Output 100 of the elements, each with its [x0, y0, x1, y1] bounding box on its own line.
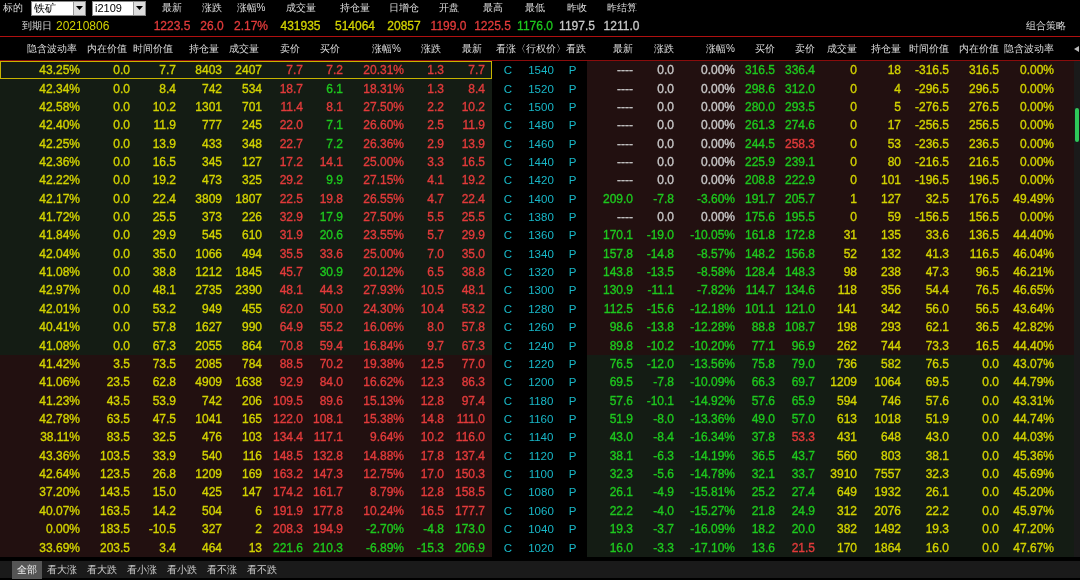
- table-cell-text: 36.5: [974, 320, 999, 335]
- table-cell-text: 864: [240, 338, 262, 353]
- table-cell-text: 12.3: [419, 375, 444, 390]
- table-cell-text: 41.3: [924, 246, 949, 261]
- table-cell-text: 198: [835, 320, 857, 335]
- call-row[interactable]: 41.23% 43.5 53.9 742 206 109.5 89.6 15.13% 12.8 97.4: [0, 391, 492, 410]
- column-header[interactable]: 涨跌: [401, 42, 441, 56]
- table-cell-text: 0.0: [112, 154, 130, 169]
- table-cell-text: 41.08%: [38, 338, 80, 353]
- column-header[interactable]: 涨幅%: [340, 42, 401, 56]
- left-arrow-icon[interactable]: [1074, 46, 1079, 52]
- column-header[interactable]: 时间价值: [127, 42, 173, 56]
- filter-tab[interactable]: 全部: [12, 560, 42, 579]
- table-cell-text: 79.0: [790, 356, 815, 371]
- table-cell-text: 262: [835, 338, 857, 353]
- call-row[interactable]: 42.25% 0.0 13.9 433 348 22.7 7.2 26.36% 2.9 13.9: [0, 134, 492, 153]
- dropdown[interactable]: 铁矿: [31, 0, 86, 16]
- column-header[interactable]: 最新: [587, 42, 633, 56]
- table-cell-text: 42.82%: [1012, 320, 1054, 335]
- column-header[interactable]: 内在价值: [949, 42, 999, 56]
- table-cell-text: 7.1: [325, 118, 343, 133]
- column-header[interactable]: 持仓量: [857, 42, 901, 56]
- put-row[interactable]: ---- 0.0 0.00% 316.5 336.4 0 18 -316.5 316.5 0.00%: [587, 61, 1074, 80]
- call-row[interactable]: 43.25% 0.0 7.7 8403 2407 7.7 7.2 20.31% 1.3 7.7: [0, 61, 492, 80]
- column-header[interactable]: 涨跌: [633, 42, 674, 56]
- call-row[interactable]: 33.69% 203.5 3.4 464 13 221.6 210.3 -6.89% -15.3 206.9: [0, 538, 492, 557]
- strike-price: 1320: [527, 266, 555, 279]
- put-row[interactable]: 26.1 -4.9 -15.81% 25.2 27.4 649 1932 26.1 0.0 45.20%: [587, 483, 1074, 502]
- column-header[interactable]: 时间价值: [901, 42, 949, 56]
- column-header[interactable]: 卖价: [775, 42, 815, 56]
- call-row[interactable]: 42.40% 0.0 11.9 777 245 22.0 7.1 26.60% 2.5 11.9: [0, 116, 492, 135]
- scrollbar[interactable]: [1074, 61, 1080, 557]
- strike-price: 1120: [527, 449, 555, 462]
- table-cell-text: 7.0: [426, 246, 444, 261]
- column-header[interactable]: 隐含波动率: [999, 42, 1054, 56]
- filter-tab[interactable]: 看大跌: [82, 560, 122, 579]
- put-row[interactable]: 16.0 -3.3 -17.10% 13.6 21.5 170 1864 16.0 0.0 47.67%: [587, 538, 1074, 557]
- call-row[interactable]: 41.08% 0.0 67.3 2055 864 70.8 59.4 16.84% 9.7 67.3: [0, 336, 492, 355]
- table-cell-text: 0: [849, 99, 857, 114]
- call-row[interactable]: 38.11% 83.5 32.5 476 103 134.4 117.1 9.64% 10.2 116.0: [0, 428, 492, 447]
- put-row[interactable]: ---- 0.0 0.00% 298.6 312.0 0 4 -296.5 296.5 0.00%: [587, 79, 1074, 98]
- table-cell-text: 42.40%: [38, 118, 80, 133]
- call-row[interactable]: 40.41% 0.0 57.8 1627 990 64.9 55.2 16.06% 8.0 57.8: [0, 318, 492, 337]
- put-row[interactable]: 57.6 -10.1 -14.92% 57.6 65.9 594 746 57.6 0.0 43.31%: [587, 391, 1074, 410]
- table-cell-text: 17.8: [419, 448, 444, 463]
- call-row[interactable]: 42.22% 0.0 19.2 473 325 29.2 9.9 27.15% 4.1 19.2: [0, 171, 492, 190]
- call-row[interactable]: 42.97% 0.0 48.1 2735 2390 48.1 44.3 27.93% 10.5 48.1: [0, 281, 492, 300]
- table-cell-text: 325: [240, 173, 262, 188]
- put-row[interactable]: 130.9 -11.1 -7.82% 114.7 134.6 118 356 54.4 76.5 46.65%: [587, 281, 1074, 300]
- put-row[interactable]: ---- 0.0 0.00% 261.3 274.6 0 17 -256.5 256.5 0.00%: [587, 116, 1074, 135]
- column-header[interactable]: 看跌: [566, 42, 586, 56]
- column-header[interactable]: 最新: [441, 42, 482, 56]
- column-header[interactable]: 〈行权价〉: [516, 42, 566, 56]
- column-header[interactable]: 隐含波动率: [0, 42, 77, 56]
- table-cell-text: 803: [879, 448, 901, 463]
- put-row[interactable]: 98.6 -13.8 -12.28% 88.8 108.7 198 293 62.1 36.5 42.82%: [587, 318, 1074, 337]
- table-cell-text: 103: [240, 430, 262, 445]
- column-header[interactable]: 成交量: [219, 42, 259, 56]
- filter-tab[interactable]: 看大涨: [42, 560, 82, 579]
- put-marker: P: [567, 266, 578, 279]
- column-header[interactable]: 买价: [735, 42, 775, 56]
- table-cell-text: 128.4: [743, 265, 775, 280]
- column-header[interactable]: 持仓量: [173, 42, 219, 56]
- table-cell-text: -196.5: [913, 173, 949, 188]
- table-cell-text: 42.04%: [38, 246, 80, 261]
- filter-tab[interactable]: 看不跌: [242, 560, 282, 579]
- dropdown[interactable]: i2109: [92, 0, 146, 16]
- strategy-button[interactable]: 组合策略: [1026, 19, 1066, 33]
- put-row[interactable]: ---- 0.0 0.00% 208.8 222.9 0 101 -196.5 196.5 0.00%: [587, 171, 1074, 190]
- column-header[interactable]: 看涨: [496, 42, 516, 56]
- filter-tab[interactable]: 看小跌: [162, 560, 202, 579]
- table-cell-text: 1932: [873, 485, 901, 500]
- call-row[interactable]: 41.84% 0.0 29.9 545 610 31.9 20.6 23.55% 5.7 29.9: [0, 226, 492, 245]
- put-marker: P: [567, 504, 578, 517]
- filter-tab[interactable]: 看不涨: [202, 560, 242, 579]
- column-header[interactable]: 卖价: [259, 42, 300, 56]
- scrollbar-thumb[interactable]: [1075, 108, 1079, 142]
- put-row[interactable]: 43.0 -8.4 -16.34% 37.8 53.3 431 648 43.0 0.0 44.03%: [587, 428, 1074, 447]
- table-cell-text: 225.9: [743, 154, 775, 169]
- column-header[interactable]: 涨幅%: [674, 42, 735, 56]
- call-row[interactable]: 37.20% 143.5 15.0 425 147 174.2 161.7 8.79% 12.8 158.5: [0, 483, 492, 502]
- column-header[interactable]: 买价: [300, 42, 340, 56]
- table-cell-text: 37.8: [750, 430, 775, 445]
- column-header[interactable]: 内在价值: [77, 42, 127, 56]
- call-row[interactable]: 41.06% 23.5 62.8 4909 1638 92.9 84.0 16.62% 12.3 86.3: [0, 373, 492, 392]
- put-row[interactable]: ---- 0.0 0.00% 244.5 258.3 0 53 -236.5 236.5 0.00%: [587, 134, 1074, 153]
- call-marker: C: [502, 413, 514, 425]
- put-row[interactable]: 170.1 -19.0 -10.05% 161.8 172.8 31 135 33.6 136.5 44.40%: [587, 226, 1074, 245]
- table-cell-text: 75.8: [750, 356, 775, 371]
- table-cell-text: 545: [200, 228, 222, 243]
- put-row[interactable]: 69.5 -7.8 -10.09% 66.3 69.7 1209 1064 69.5 0.0 44.79%: [587, 373, 1074, 392]
- filter-tab[interactable]: 看小涨: [122, 560, 162, 579]
- put-row[interactable]: 89.8 -10.2 -10.20% 77.1 96.9 262 744 73.3 16.5 44.40%: [587, 336, 1074, 355]
- call-marker: C: [502, 468, 514, 481]
- table-cell-text: 89.6: [318, 393, 343, 408]
- table-cell-text: 16.06%: [362, 320, 404, 335]
- call-row[interactable]: 42.34% 0.0 8.4 742 534 18.7 6.1 18.31% 1.3 8.4: [0, 79, 492, 98]
- table-cell-text: 216.5: [967, 154, 999, 169]
- table-cell-text: 12.8: [419, 485, 444, 500]
- column-header[interactable]: 成交量: [815, 42, 857, 56]
